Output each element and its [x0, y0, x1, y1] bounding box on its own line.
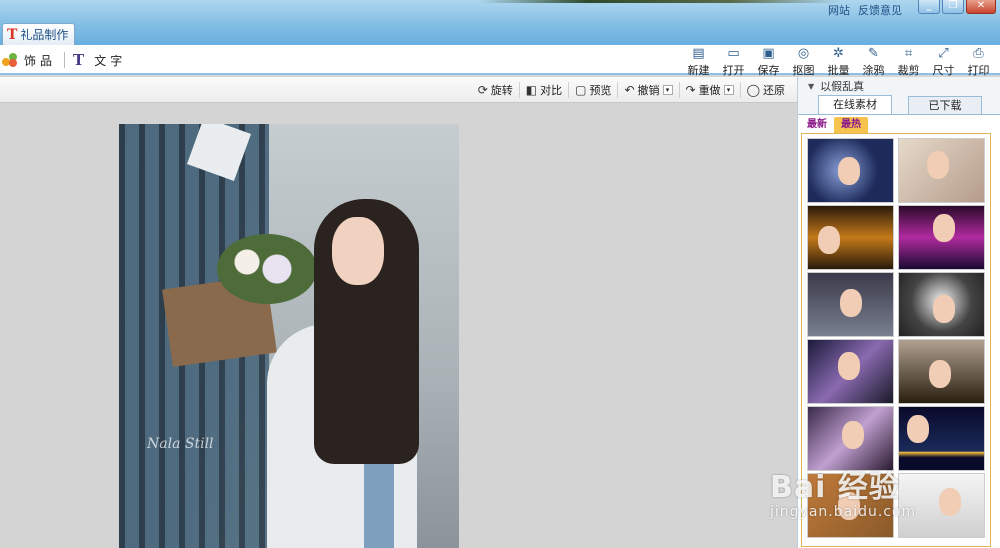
undo-dropdown-icon[interactable]: ▾ [662, 85, 673, 95]
website-link[interactable]: 网站 [828, 2, 850, 18]
collapse-arrow-icon[interactable]: ▼ [808, 82, 814, 91]
title-decoration [480, 0, 840, 3]
resize-button[interactable]: ⤢ 尺寸 [926, 47, 961, 78]
ornament-label: 饰品 [24, 53, 57, 68]
top-links: 网站 反馈意见 [828, 2, 902, 18]
new-label: 新建 [687, 64, 710, 77]
photo-signature: Nala Still [147, 436, 214, 452]
resize-label: 尺寸 [932, 64, 955, 77]
editing-canvas[interactable]: Nala Still [0, 103, 797, 548]
preview-label: 预览 [589, 84, 612, 97]
close-button[interactable]: ✕ [966, 0, 996, 14]
undo-icon: ↶ [624, 83, 635, 97]
compare-label: 对比 [540, 84, 563, 97]
crop-label: 裁剪 [897, 64, 920, 77]
open-button[interactable]: ▭ 打开 [716, 47, 751, 78]
doodle-label: 涂鸦 [862, 64, 885, 77]
ornament-icon [2, 53, 18, 67]
print-icon: ⎙ [973, 46, 984, 61]
toolbar-divider [64, 52, 66, 68]
edit-toolbar: ⟳ 旋转 ◧ 对比 ▢ 预览 ↶ 撤销 ▾ ↷ 重做 ▾ ◯ 还原 [0, 77, 797, 103]
redo-button[interactable]: ↷ 重做 ▾ [680, 82, 741, 98]
panel-header[interactable]: ▼ 以假乱真 [798, 77, 1000, 95]
cutout-label: 抠图 [792, 64, 815, 77]
restore-icon: ◯ [746, 83, 760, 97]
cutout-button[interactable]: ◎ 抠图 [786, 47, 821, 78]
print-button[interactable]: ⎙ 打印 [961, 47, 996, 78]
open-label: 打开 [722, 64, 745, 77]
save-button[interactable]: ▣ 保存 [751, 47, 786, 78]
resize-icon: ⤢ [938, 46, 949, 61]
compare-button[interactable]: ◧ 对比 [520, 82, 570, 98]
edit-actions: ⟳ 旋转 ◧ 对比 ▢ 预览 ↶ 撤销 ▾ ↷ 重做 ▾ ◯ 还原 [472, 82, 791, 98]
feedback-link[interactable]: 反馈意见 [858, 2, 902, 18]
compare-icon: ◧ [525, 83, 538, 97]
photo[interactable]: Nala Still [119, 124, 459, 548]
batch-button[interactable]: ✲ 批量 [821, 47, 856, 78]
window-controls: _ ❐ ✕ [918, 0, 996, 14]
template-thumbnail[interactable] [807, 272, 894, 337]
batch-icon: ✲ [833, 46, 844, 61]
doodle-icon: ✎ [868, 46, 879, 61]
rotate-icon: ⟳ [477, 83, 488, 97]
main-toolbar: 饰品 T 文字 ▤ 新建 ▭ 打开 ▣ 保存 ◎ 抠图 ✲ 批量 ✎ 涂鸦 ⌗ 裁剪 ⤢ 尺寸 … [0, 45, 1000, 78]
toolbar-right: ▤ 新建 ▭ 打开 ▣ 保存 ◎ 抠图 ✲ 批量 ✎ 涂鸦 ⌗ 裁剪 ⤢ 尺寸 ⎙ 打印 [681, 47, 996, 78]
tab-downloaded[interactable]: 已下载 [908, 96, 982, 114]
restore-button[interactable]: ❐ [942, 0, 964, 14]
redo-icon: ↷ [685, 83, 696, 97]
batch-label: 批量 [827, 64, 850, 77]
new-button[interactable]: ▤ 新建 [681, 47, 716, 78]
photo-face [332, 217, 384, 285]
text-button[interactable]: T 文字 [71, 51, 134, 69]
restore-label: 还原 [763, 84, 785, 97]
cutout-icon: ◎ [797, 46, 810, 61]
watermark-url: jingyan.baidu.com [770, 504, 917, 520]
minimize-button[interactable]: _ [918, 0, 940, 14]
toolbar-left: 饰品 T 文字 [0, 51, 134, 69]
template-thumbnail[interactable] [898, 205, 985, 270]
crop-icon: ⌗ [904, 46, 913, 61]
rotate-label: 旋转 [490, 84, 513, 97]
text-icon: T [73, 51, 89, 69]
new-file-icon: ▤ [692, 46, 705, 61]
restore-original-button[interactable]: ◯ 还原 [741, 82, 791, 98]
doodle-button[interactable]: ✎ 涂鸦 [856, 47, 891, 78]
template-thumbnail[interactable] [807, 339, 894, 404]
preview-button[interactable]: ▢ 预览 [569, 82, 619, 98]
template-thumbnail[interactable] [807, 205, 894, 270]
template-thumbnail[interactable] [898, 138, 985, 203]
tab-newest[interactable]: 最新 [800, 117, 834, 133]
watermark-logo: Bai 经验 [770, 470, 900, 505]
ornament-button[interactable]: 饰品 [0, 52, 64, 69]
tab-gift-making[interactable]: T 礼品制作 [2, 23, 76, 45]
template-thumbnail[interactable] [898, 272, 985, 337]
folder-open-icon: ▭ [727, 46, 740, 61]
undo-button[interactable]: ↶ 撤销 ▾ [618, 82, 680, 98]
redo-dropdown-icon[interactable]: ▾ [723, 85, 734, 95]
preview-icon: ▢ [575, 83, 587, 97]
panel-title: 以假乱真 [820, 80, 865, 93]
panel-tabs: 在线素材 已下载 [798, 95, 1000, 115]
save-label: 保存 [757, 64, 780, 77]
rotate-button[interactable]: ⟳ 旋转 [472, 82, 520, 98]
crop-button[interactable]: ⌗ 裁剪 [891, 47, 926, 78]
save-icon: ▣ [762, 46, 775, 61]
print-label: 打印 [967, 64, 990, 77]
tab-online-materials[interactable]: 在线素材 [818, 95, 892, 114]
undo-label: 撤销 [637, 84, 660, 97]
template-thumbnail[interactable] [807, 138, 894, 203]
template-thumbnail[interactable] [898, 339, 985, 404]
app-t-icon: T [7, 26, 18, 43]
text-label: 文字 [94, 53, 127, 68]
redo-label: 重做 [698, 84, 721, 97]
baidu-watermark: Bai 经验 jingyan.baidu.com [770, 462, 960, 520]
tab-label: 礼品制作 [20, 28, 69, 42]
sort-tabs: 最新 最热 [798, 115, 1000, 133]
tab-hottest[interactable]: 最热 [834, 117, 868, 133]
photo-flowers [217, 234, 317, 304]
title-bar: 网站 反馈意见 _ ❐ ✕ T 礼品制作 [0, 0, 1000, 45]
